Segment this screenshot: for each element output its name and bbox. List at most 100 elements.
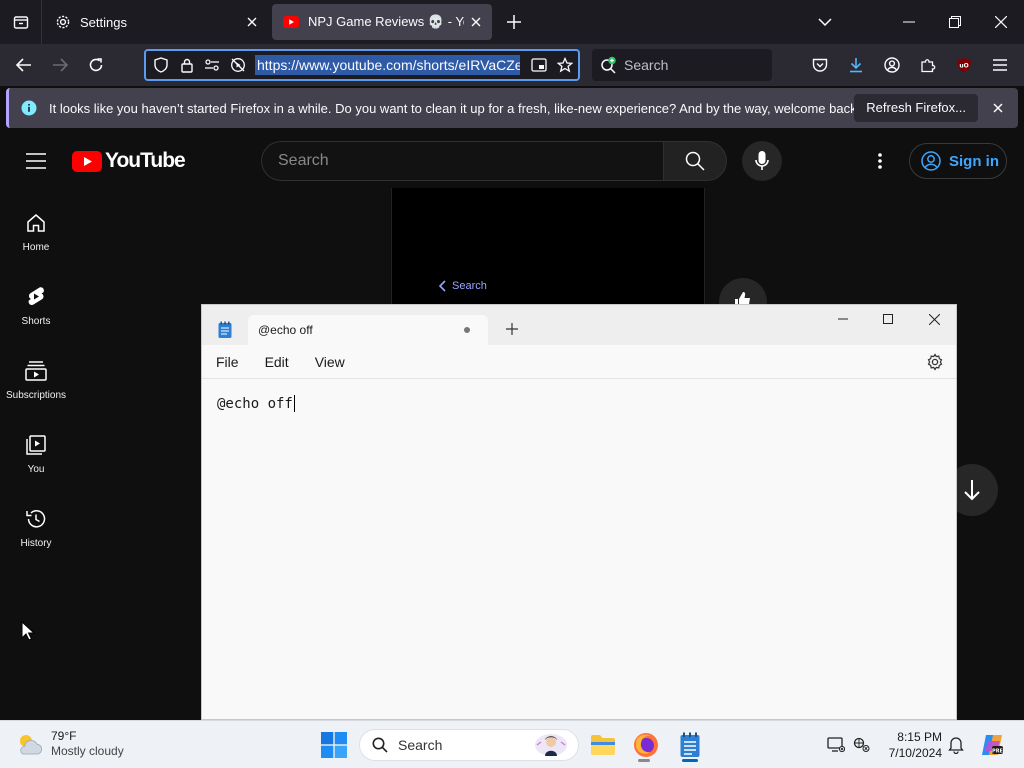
nav-item-history[interactable]: History <box>0 506 72 549</box>
notepad-new-tab-button[interactable] <box>504 321 520 337</box>
list-all-tabs-button[interactable] <box>802 0 848 44</box>
web-search-box[interactable]: Search <box>592 49 772 81</box>
close-icon[interactable] <box>988 98 1008 118</box>
refresh-firefox-notification: It looks like you haven’t started Firefo… <box>6 88 1018 128</box>
download-icon <box>850 58 862 73</box>
taskbar-firefox[interactable] <box>628 727 664 763</box>
firefox-view-button[interactable] <box>0 0 42 44</box>
notepad-tab[interactable]: @echo off <box>248 315 488 345</box>
sign-in-label: Sign in <box>949 152 999 170</box>
lock-icon[interactable] <box>174 51 200 79</box>
microphone-icon <box>755 151 769 170</box>
ublock-origin-button[interactable]: uO <box>950 51 978 79</box>
forward-button[interactable] <box>46 51 74 79</box>
running-indicator <box>638 759 650 762</box>
tab-settings[interactable]: Settings <box>44 4 268 40</box>
tab-label: NPJ Game Reviews 💀 - YouTube <box>308 14 464 29</box>
minimize-button[interactable] <box>886 0 932 44</box>
close-tab-icon[interactable] <box>240 10 264 34</box>
notepad-maximize-button[interactable] <box>865 305 911 333</box>
restore-button[interactable] <box>932 0 978 44</box>
reload-button[interactable] <box>82 51 110 79</box>
notepad-menu-bar: File Edit View <box>202 345 956 379</box>
tray-display-icon[interactable] <box>826 735 846 755</box>
downloads-button[interactable] <box>842 51 870 79</box>
notepad-close-button[interactable] <box>911 305 957 333</box>
autoplay-blocked-icon[interactable] <box>225 51 251 79</box>
extensions-button[interactable] <box>914 51 942 79</box>
notepad-content: @echo off <box>217 396 293 412</box>
tab-label: Settings <box>80 14 127 30</box>
permissions-icon[interactable] <box>200 51 226 79</box>
search-highlight-icon <box>534 733 568 757</box>
notification-bell-icon[interactable] <box>946 735 966 755</box>
sign-in-button[interactable]: Sign in <box>909 143 1007 179</box>
taskbar-notepad[interactable] <box>672 727 708 763</box>
picture-in-picture-icon[interactable] <box>526 51 552 79</box>
clock-time: 8:15 PM <box>897 730 942 744</box>
youtube-search-input[interactable]: Search <box>261 141 663 181</box>
notepad-title-bar[interactable]: @echo off <box>202 305 956 345</box>
windows-logo-icon <box>321 732 347 758</box>
nav-item-home[interactable]: Home <box>0 210 72 253</box>
search-engine-icon[interactable] <box>600 56 618 74</box>
you-icon <box>26 432 46 458</box>
home-icon <box>26 210 46 236</box>
tab-youtube[interactable]: NPJ Game Reviews 💀 - YouTube <box>272 4 492 40</box>
menu-file[interactable]: File <box>203 347 252 377</box>
firefox-nav-bar: https://www.youtube.com/shorts/eIRVaCZe_… <box>0 44 1024 86</box>
taskbar-search-placeholder: Search <box>398 737 443 753</box>
history-icon <box>25 506 47 532</box>
new-tab-button[interactable] <box>502 10 526 34</box>
clock-date: 7/10/2024 <box>888 746 942 760</box>
bookmark-star-icon[interactable] <box>552 51 578 79</box>
nav-item-shorts[interactable]: Shorts <box>0 284 72 327</box>
notepad-settings-gear-icon[interactable] <box>926 353 944 371</box>
guide-menu-button[interactable] <box>22 150 50 172</box>
shorts-search-back-link[interactable]: Search <box>438 280 487 292</box>
tray-network-icon[interactable] <box>852 735 872 755</box>
app-menu-button[interactable] <box>986 51 1014 79</box>
puzzle-icon <box>921 59 936 73</box>
youtube-logo[interactable]: YouTube <box>72 149 186 173</box>
taskbar-file-explorer[interactable] <box>585 727 621 763</box>
settings-more-button[interactable] <box>870 151 890 171</box>
notepad-text-area[interactable]: @echo off <box>202 380 956 719</box>
youtube-search-button[interactable] <box>663 141 727 181</box>
nav-item-subscriptions[interactable]: Subscriptions <box>0 358 72 401</box>
back-button[interactable] <box>10 51 38 79</box>
notepad-minimize-button[interactable] <box>820 305 866 333</box>
pocket-button[interactable] <box>806 51 834 79</box>
svg-text:uO: uO <box>959 63 968 70</box>
weather-temperature: 79°F <box>51 729 77 743</box>
reload-icon <box>89 58 103 72</box>
taskbar-search-box[interactable]: Search <box>359 729 579 761</box>
refresh-firefox-button[interactable]: Refresh Firefox... <box>854 94 978 122</box>
mouse-pointer-icon <box>21 620 36 646</box>
copilot-icon[interactable]: PRE <box>980 733 1004 757</box>
voice-search-button[interactable] <box>742 141 782 181</box>
nav-item-you[interactable]: You <box>0 432 72 475</box>
web-search-placeholder: Search <box>624 57 669 73</box>
notepad-window: @echo off File Edit View @echo off <box>201 304 957 720</box>
shorts-icon <box>27 284 45 310</box>
plus-icon <box>506 323 518 335</box>
shorts-video-player[interactable]: Search <box>391 188 705 308</box>
menu-view[interactable]: View <box>302 347 358 377</box>
start-button[interactable] <box>321 732 347 758</box>
account-button[interactable] <box>878 51 906 79</box>
menu-edit[interactable]: Edit <box>252 347 302 377</box>
url-bar[interactable]: https://www.youtube.com/shorts/eIRVaCZe_ <box>144 49 580 81</box>
close-window-button[interactable] <box>978 0 1024 44</box>
arrow-right-icon <box>53 58 68 72</box>
taskbar-clock[interactable]: 8:15 PM 7/10/2024 <box>880 729 942 761</box>
notepad-tab-title: @echo off <box>258 323 313 337</box>
tracking-shield-icon[interactable] <box>148 51 174 79</box>
pocket-icon <box>812 58 828 72</box>
weather-widget[interactable]: 79°F Mostly cloudy <box>16 729 124 759</box>
arrow-left-icon <box>16 58 31 72</box>
url-text[interactable]: https://www.youtube.com/shorts/eIRVaCZe_ <box>255 55 521 75</box>
close-tab-icon[interactable] <box>464 10 488 34</box>
ublock-icon: uO <box>957 58 971 72</box>
unsaved-changes-dot[interactable] <box>464 327 470 333</box>
